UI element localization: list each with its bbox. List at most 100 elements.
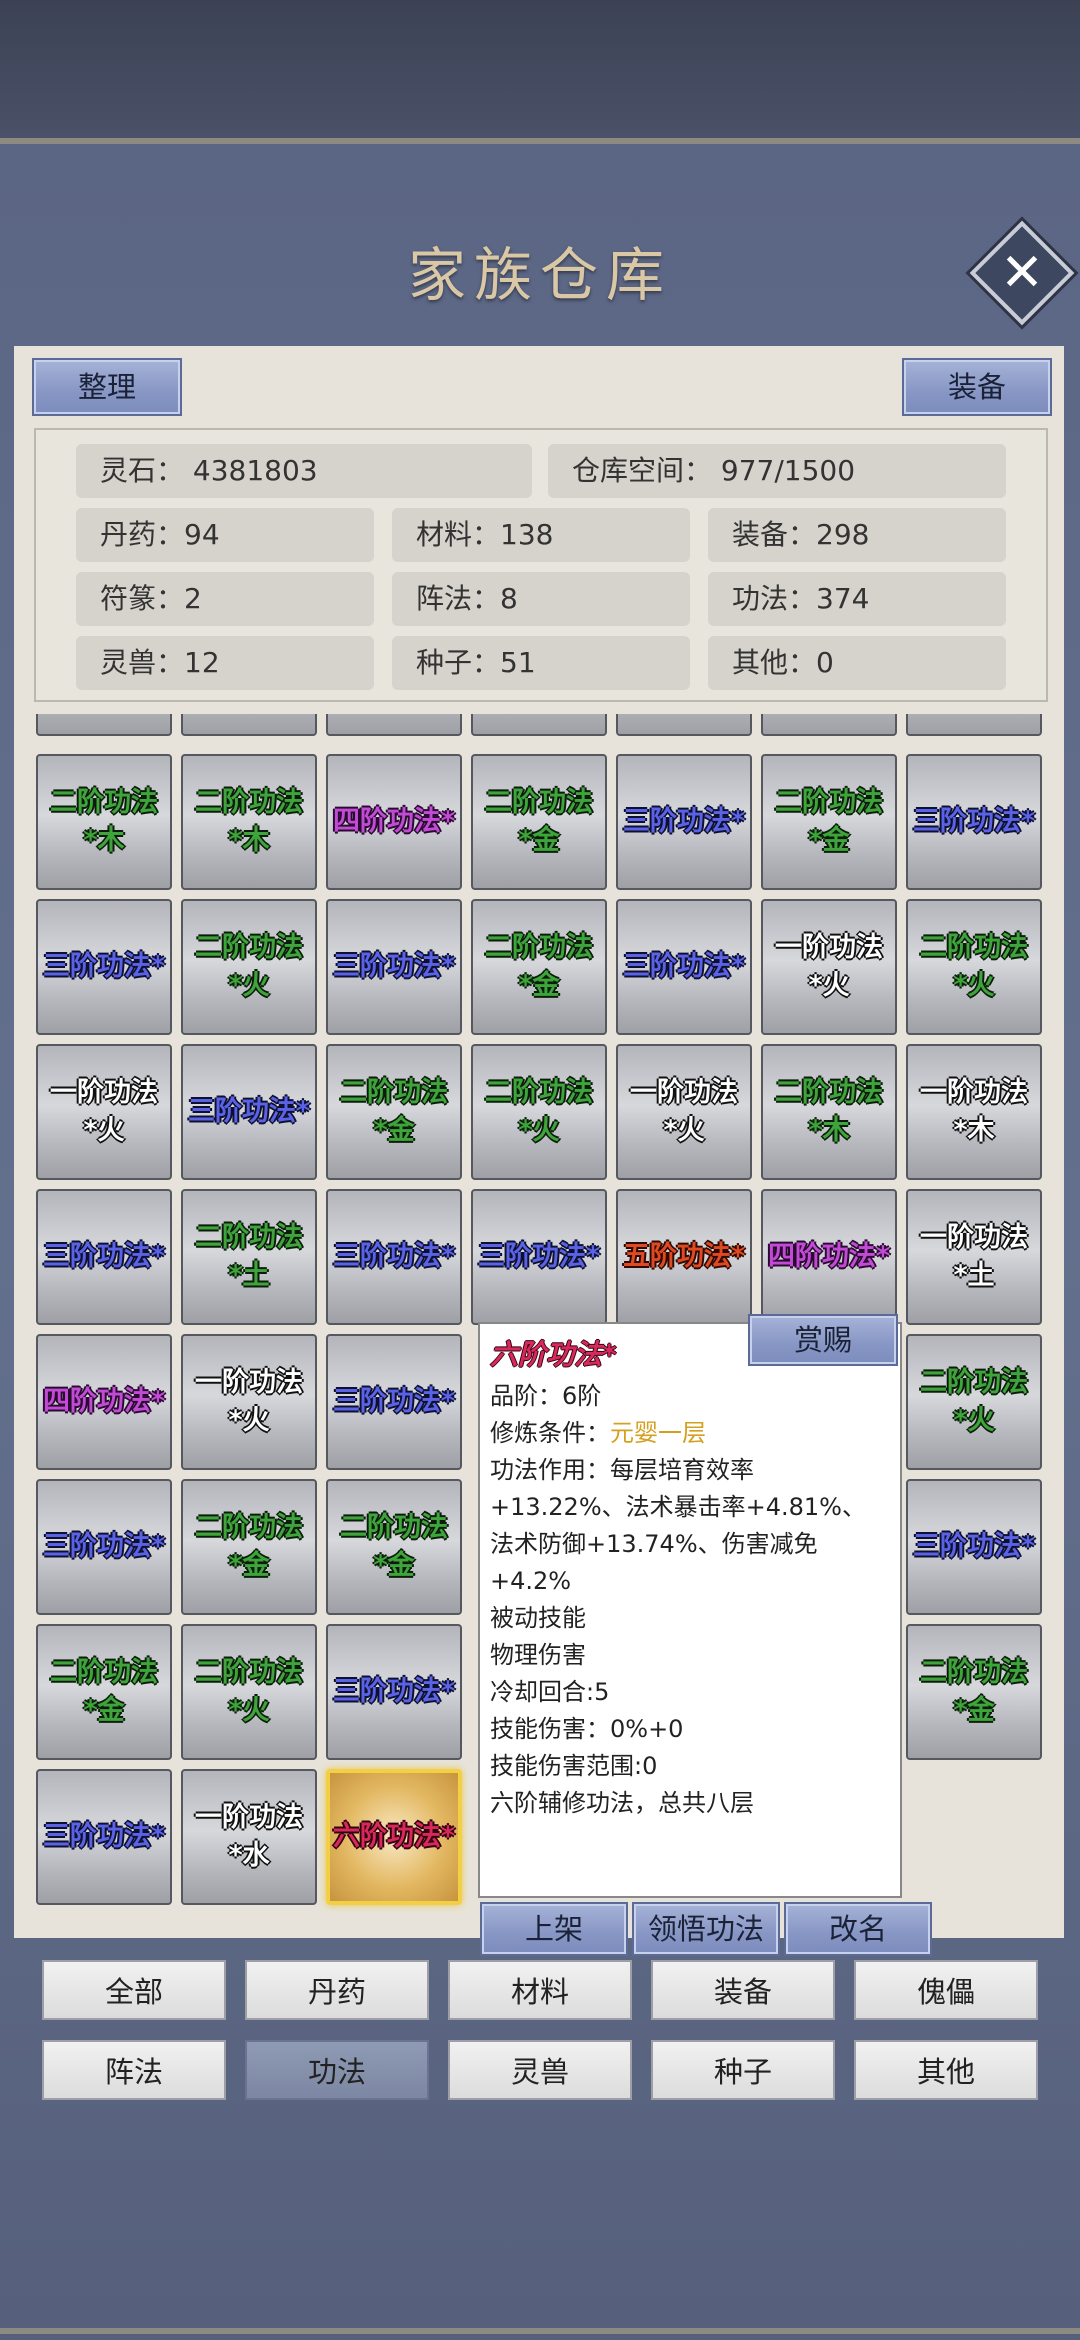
item-slot[interactable]: 二阶功法 *金 [181,1479,317,1615]
sort-button[interactable]: 整理 [32,358,182,416]
item-slot[interactable]: 四阶功法* [326,754,462,890]
item-slot[interactable]: 一阶功法 *火 [36,1044,172,1180]
tab-1[interactable]: 丹药 [245,1960,429,2020]
tab-7[interactable]: 灵兽 [448,2040,632,2100]
item-slot[interactable]: 二阶功法 *金 [471,754,607,890]
item-tooltip: 六阶功法* 品阶：6阶 修炼条件：元婴一层 功法作用：每层培育效率 +13.22… [478,1322,902,1898]
rename-button[interactable]: 改名 [784,1902,932,1956]
item-slot[interactable]: 三阶功法* [616,754,752,890]
item-slot[interactable] [761,714,897,736]
item-slot-label: 三阶功法* [42,1241,166,1272]
item-slot-label: 一阶功法 [195,1802,303,1833]
tooltip-grade: 品阶：6阶 [490,1382,602,1410]
item-slot-label: 三阶功法* [187,1096,311,1127]
list-for-sale-button[interactable]: 上架 [480,1902,628,1956]
item-slot-label: *土 [953,1260,995,1291]
item-slot-label: *火 [953,970,995,1001]
item-slot-label: 二阶功法 [195,932,303,963]
bottom-divider [0,2328,1080,2334]
item-slot[interactable]: 二阶功法 *木 [761,1044,897,1180]
item-slot[interactable]: 三阶功法* [326,1334,462,1470]
item-slot[interactable]: 二阶功法 *木 [181,754,317,890]
tab-6[interactable]: 功法 [245,2040,429,2100]
tab-9[interactable]: 其他 [854,2040,1038,2100]
item-slot-label: 三阶功法* [332,1241,456,1272]
item-slot-label: 五阶功法* [622,1241,746,1272]
item-slot[interactable]: 四阶功法* [761,1189,897,1325]
item-slot[interactable]: 二阶功法 *金 [326,1044,462,1180]
item-slot[interactable]: 三阶功法* [36,1769,172,1905]
item-slot[interactable]: 一阶功法 *土 [906,1189,1042,1325]
item-slot[interactable]: 三阶功法* [326,899,462,1035]
item-slot[interactable]: 一阶功法 *火 [616,1044,752,1180]
item-slot[interactable]: 五阶功法* [616,1189,752,1325]
stats-panel: 灵石： 4381803 仓库空间： 977/1500 丹药：94 材料：138 … [34,428,1048,702]
item-slot-label: *木 [953,1115,995,1146]
item-slot[interactable]: 三阶功法* [181,1044,317,1180]
item-slot-label: *金 [518,970,560,1001]
item-slot[interactable]: 二阶功法 *木 [36,754,172,890]
tab-3[interactable]: 装备 [651,1960,835,2020]
item-slot[interactable]: 三阶功法* [906,754,1042,890]
tooltip-effect-line: 功法作用：每层培育效率 [490,1456,754,1484]
tab-0[interactable]: 全部 [42,1960,226,2020]
item-slot[interactable]: 三阶功法* [906,1479,1042,1615]
equip-button[interactable]: 装备 [902,358,1052,416]
tab-4[interactable]: 傀儡 [854,1960,1038,2020]
tooltip-skill-damage: 技能伤害：0%+0 [490,1715,684,1743]
reward-button[interactable]: 赏赐 [748,1314,898,1366]
tab-5[interactable]: 阵法 [42,2040,226,2100]
item-slot[interactable]: 三阶功法* [326,1624,462,1760]
item-slot[interactable]: 三阶功法* [616,899,752,1035]
item-slot-label: 二阶功法 [775,787,883,818]
beast-stat: 灵兽：12 [76,636,374,690]
item-slot[interactable]: 一阶功法 *水 [181,1769,317,1905]
item-slot[interactable]: 二阶功法 *金 [471,899,607,1035]
comprehend-technique-button[interactable]: 领悟功法 [632,1902,780,1956]
item-slot-label: 六阶功法* [332,1821,456,1852]
item-slot[interactable]: 二阶功法 *火 [181,1624,317,1760]
item-slot[interactable]: 二阶功法 *金 [761,754,897,890]
tab-2[interactable]: 材料 [448,1960,632,2020]
item-slot-label: 三阶功法* [42,1531,166,1562]
formation-stat: 阵法：8 [392,572,690,626]
other-stat: 其他：0 [708,636,1006,690]
item-slot[interactable]: 三阶功法* [471,1189,607,1325]
item-slot-label: *金 [228,1550,270,1581]
item-slot[interactable] [616,714,752,736]
tab-8[interactable]: 种子 [651,2040,835,2100]
item-slot[interactable] [906,714,1042,736]
item-slot-label: *金 [373,1115,415,1146]
item-slot[interactable] [181,714,317,736]
item-slot-label: 四阶功法* [767,1241,891,1272]
item-slot-label: 二阶功法 [195,1222,303,1253]
item-slot[interactable]: 二阶功法 *火 [181,899,317,1035]
item-slot[interactable]: 二阶功法 *土 [181,1189,317,1325]
item-slot[interactable]: 二阶功法 *金 [36,1624,172,1760]
tooltip-condition: 修炼条件：元婴一层 [490,1419,706,1447]
tooltip-effect-line: 法术防御+13.74%、伤害减免 [490,1530,818,1558]
item-slot-label: *火 [228,1405,270,1436]
item-slot-label: 三阶功法* [42,1821,166,1852]
item-slot[interactable]: 三阶功法* [36,1189,172,1325]
item-slot[interactable]: 六阶功法* [326,1769,462,1905]
item-slot[interactable] [326,714,462,736]
item-slot[interactable]: 三阶功法* [36,1479,172,1615]
item-slot[interactable]: 三阶功法* [36,899,172,1035]
item-slot[interactable]: 三阶功法* [326,1189,462,1325]
item-slot-label: 一阶功法 [630,1077,738,1108]
top-bar [0,0,1080,144]
item-slot[interactable]: 二阶功法 *火 [471,1044,607,1180]
equipment-stat: 装备：298 [708,508,1006,562]
item-slot[interactable]: 一阶功法 *火 [761,899,897,1035]
item-slot[interactable]: 一阶功法 *火 [181,1334,317,1470]
item-slot[interactable]: 四阶功法* [36,1334,172,1470]
item-slot[interactable]: 一阶功法 *木 [906,1044,1042,1180]
item-slot[interactable] [471,714,607,736]
item-slot[interactable] [36,714,172,736]
storage-stat: 仓库空间： 977/1500 [548,444,1006,498]
item-slot[interactable]: 二阶功法 *火 [906,1334,1042,1470]
item-slot[interactable]: 二阶功法 *金 [906,1624,1042,1760]
item-slot[interactable]: 二阶功法 *火 [906,899,1042,1035]
item-slot[interactable]: 二阶功法 *金 [326,1479,462,1615]
